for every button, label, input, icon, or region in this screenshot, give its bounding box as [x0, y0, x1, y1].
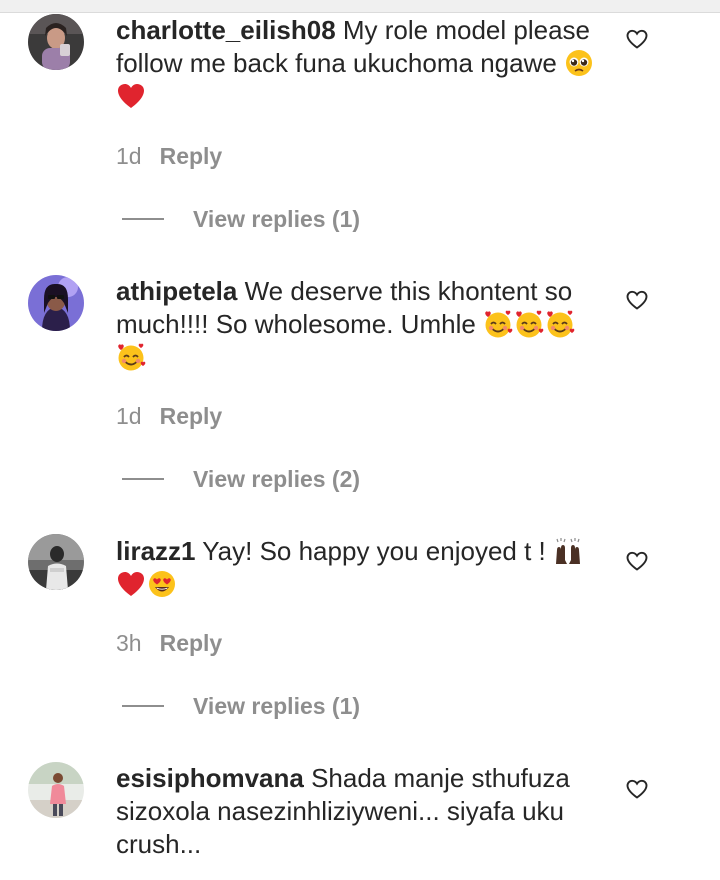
comment-username[interactable]: charlotte_eilish08	[116, 15, 336, 45]
heart-eyes-emoji	[149, 571, 175, 597]
avatar[interactable]	[28, 14, 84, 70]
comment-body: lirazz1 Yay! So happy you enjoyed t !	[116, 535, 601, 601]
replies-divider-line	[122, 218, 164, 220]
heart-outline-icon[interactable]	[626, 779, 648, 799]
view-replies-button[interactable]: View replies (1)	[122, 205, 360, 233]
comment-timestamp: 1d	[116, 403, 142, 429]
pleading-face-emoji	[566, 50, 593, 76]
top-divider-bar	[0, 0, 720, 13]
comment-body: athipetela We deserve this khontent so m…	[116, 275, 601, 374]
smiling-face-with-hearts-emoji	[485, 310, 513, 338]
reply-button[interactable]: Reply	[160, 630, 223, 656]
raising-hands-emoji	[556, 538, 580, 564]
comment-body: esisiphomvana Shada manje sthufuza sizox…	[116, 762, 601, 861]
red-heart-emoji	[118, 572, 144, 596]
comment-username[interactable]: athipetela	[116, 276, 237, 306]
replies-divider-line	[122, 705, 164, 707]
avatar[interactable]	[28, 762, 84, 818]
view-replies-label: View replies (2)	[193, 466, 361, 492]
comment-meta: 1d Reply	[116, 402, 222, 430]
smiling-face-with-hearts-emoji	[118, 343, 146, 371]
smiling-face-with-hearts-emoji	[516, 310, 544, 338]
comment-timestamp: 3h	[116, 630, 142, 656]
view-replies-label: View replies (1)	[193, 693, 361, 719]
smiling-face-with-hearts-emoji	[547, 310, 575, 338]
comment-username[interactable]: lirazz1	[116, 536, 196, 566]
comment-username[interactable]: esisiphomvana	[116, 763, 304, 793]
comment-body: charlotte_eilish08 My role model please …	[116, 14, 601, 113]
reply-button[interactable]: Reply	[160, 143, 223, 169]
comment-meta: 3h Reply	[116, 629, 222, 657]
comment-timestamp: 1d	[116, 143, 142, 169]
heart-outline-icon[interactable]	[626, 290, 648, 310]
view-replies-button[interactable]: View replies (2)	[122, 465, 360, 493]
comment-meta: 1d Reply	[116, 142, 222, 170]
view-replies-label: View replies (1)	[193, 206, 361, 232]
reply-button[interactable]: Reply	[160, 403, 223, 429]
avatar[interactable]	[28, 534, 84, 590]
comment-text: Yay! So happy you enjoyed t !	[195, 536, 553, 566]
replies-divider-line	[122, 478, 164, 480]
heart-outline-icon[interactable]	[626, 29, 648, 49]
red-heart-emoji	[118, 84, 144, 108]
heart-outline-icon[interactable]	[626, 551, 648, 571]
avatar[interactable]	[28, 275, 84, 331]
view-replies-button[interactable]: View replies (1)	[122, 692, 360, 720]
